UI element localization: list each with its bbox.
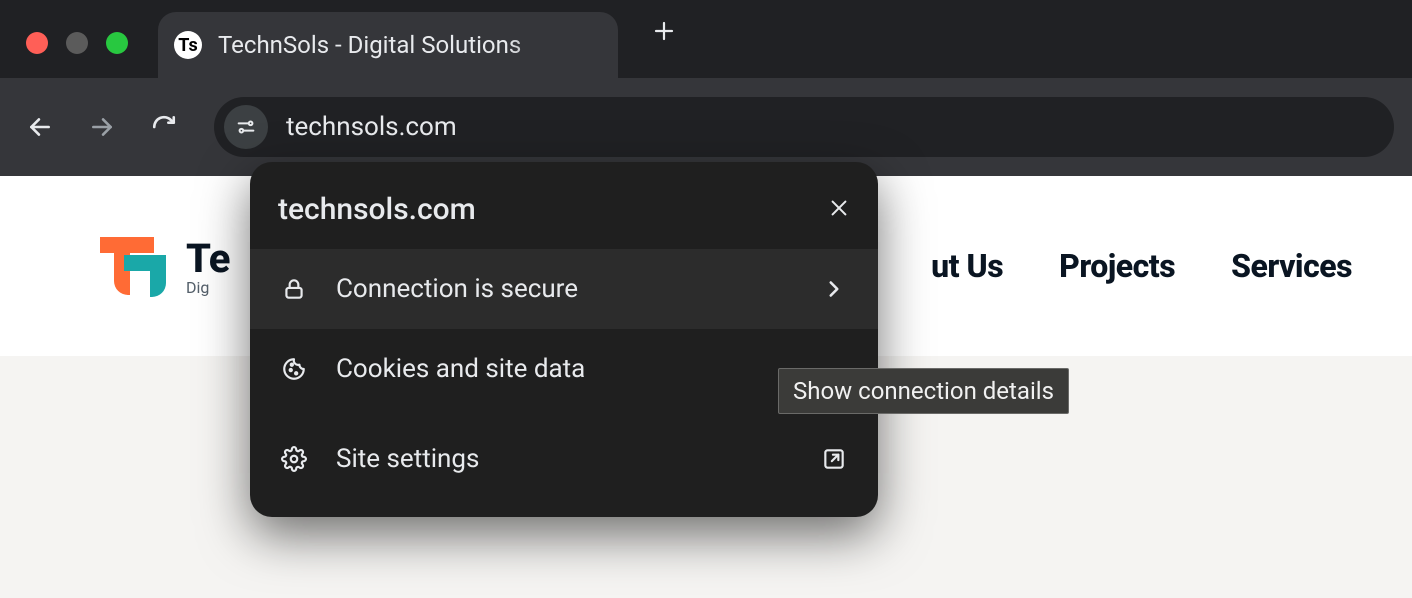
gear-icon [280, 445, 308, 473]
site-info-close-button[interactable] [828, 197, 850, 223]
address-bar[interactable]: technsols.com [214, 97, 1394, 157]
nav-about[interactable]: ut Us [931, 247, 1003, 285]
back-button[interactable] [18, 105, 62, 149]
forward-button[interactable] [80, 105, 124, 149]
site-info-domain: technsols.com [278, 192, 476, 227]
window-zoom-button[interactable] [106, 32, 128, 54]
open-external-icon [820, 445, 848, 473]
brand-tagline: Dig [186, 278, 230, 297]
window-minimize-button[interactable] [66, 32, 88, 54]
close-icon [828, 197, 850, 219]
tab-strip: Ts TechnSols - Digital Solutions [0, 0, 1412, 78]
browser-tab[interactable]: Ts TechnSols - Digital Solutions [158, 12, 618, 78]
new-tab-button[interactable] [652, 13, 676, 51]
connection-secure-label: Connection is secure [336, 274, 578, 304]
window-close-button[interactable] [26, 32, 48, 54]
brand[interactable]: Te Dig [100, 231, 230, 301]
arrow-right-icon [89, 114, 115, 140]
connection-secure-row[interactable]: Connection is secure [250, 249, 878, 329]
tooltip: Show connection details [778, 368, 1069, 414]
site-settings-label: Site settings [336, 444, 479, 474]
chevron-right-icon [820, 275, 848, 303]
reload-button[interactable] [142, 105, 186, 149]
site-settings-row[interactable]: Site settings [250, 419, 878, 499]
nav-projects[interactable]: Projects [1059, 247, 1175, 285]
cookies-label: Cookies and site data [336, 354, 585, 384]
site-info-popup: technsols.com Connection is secure Cooki… [250, 162, 878, 517]
cookie-icon [280, 355, 308, 383]
site-info-button[interactable] [224, 105, 268, 149]
plus-icon [652, 19, 676, 43]
address-text: technsols.com [286, 112, 457, 142]
reload-icon [151, 114, 177, 140]
nav-services[interactable]: Services [1231, 247, 1352, 285]
tune-icon [235, 116, 257, 138]
tab-title: TechnSols - Digital Solutions [218, 31, 580, 59]
window-controls [26, 32, 128, 54]
brand-name: Te [186, 235, 230, 282]
brand-logo-icon [100, 231, 170, 301]
primary-nav: ut Us Projects Services [931, 247, 1352, 285]
lock-icon [280, 275, 308, 303]
tab-favicon: Ts [174, 31, 202, 59]
arrow-left-icon [27, 114, 53, 140]
